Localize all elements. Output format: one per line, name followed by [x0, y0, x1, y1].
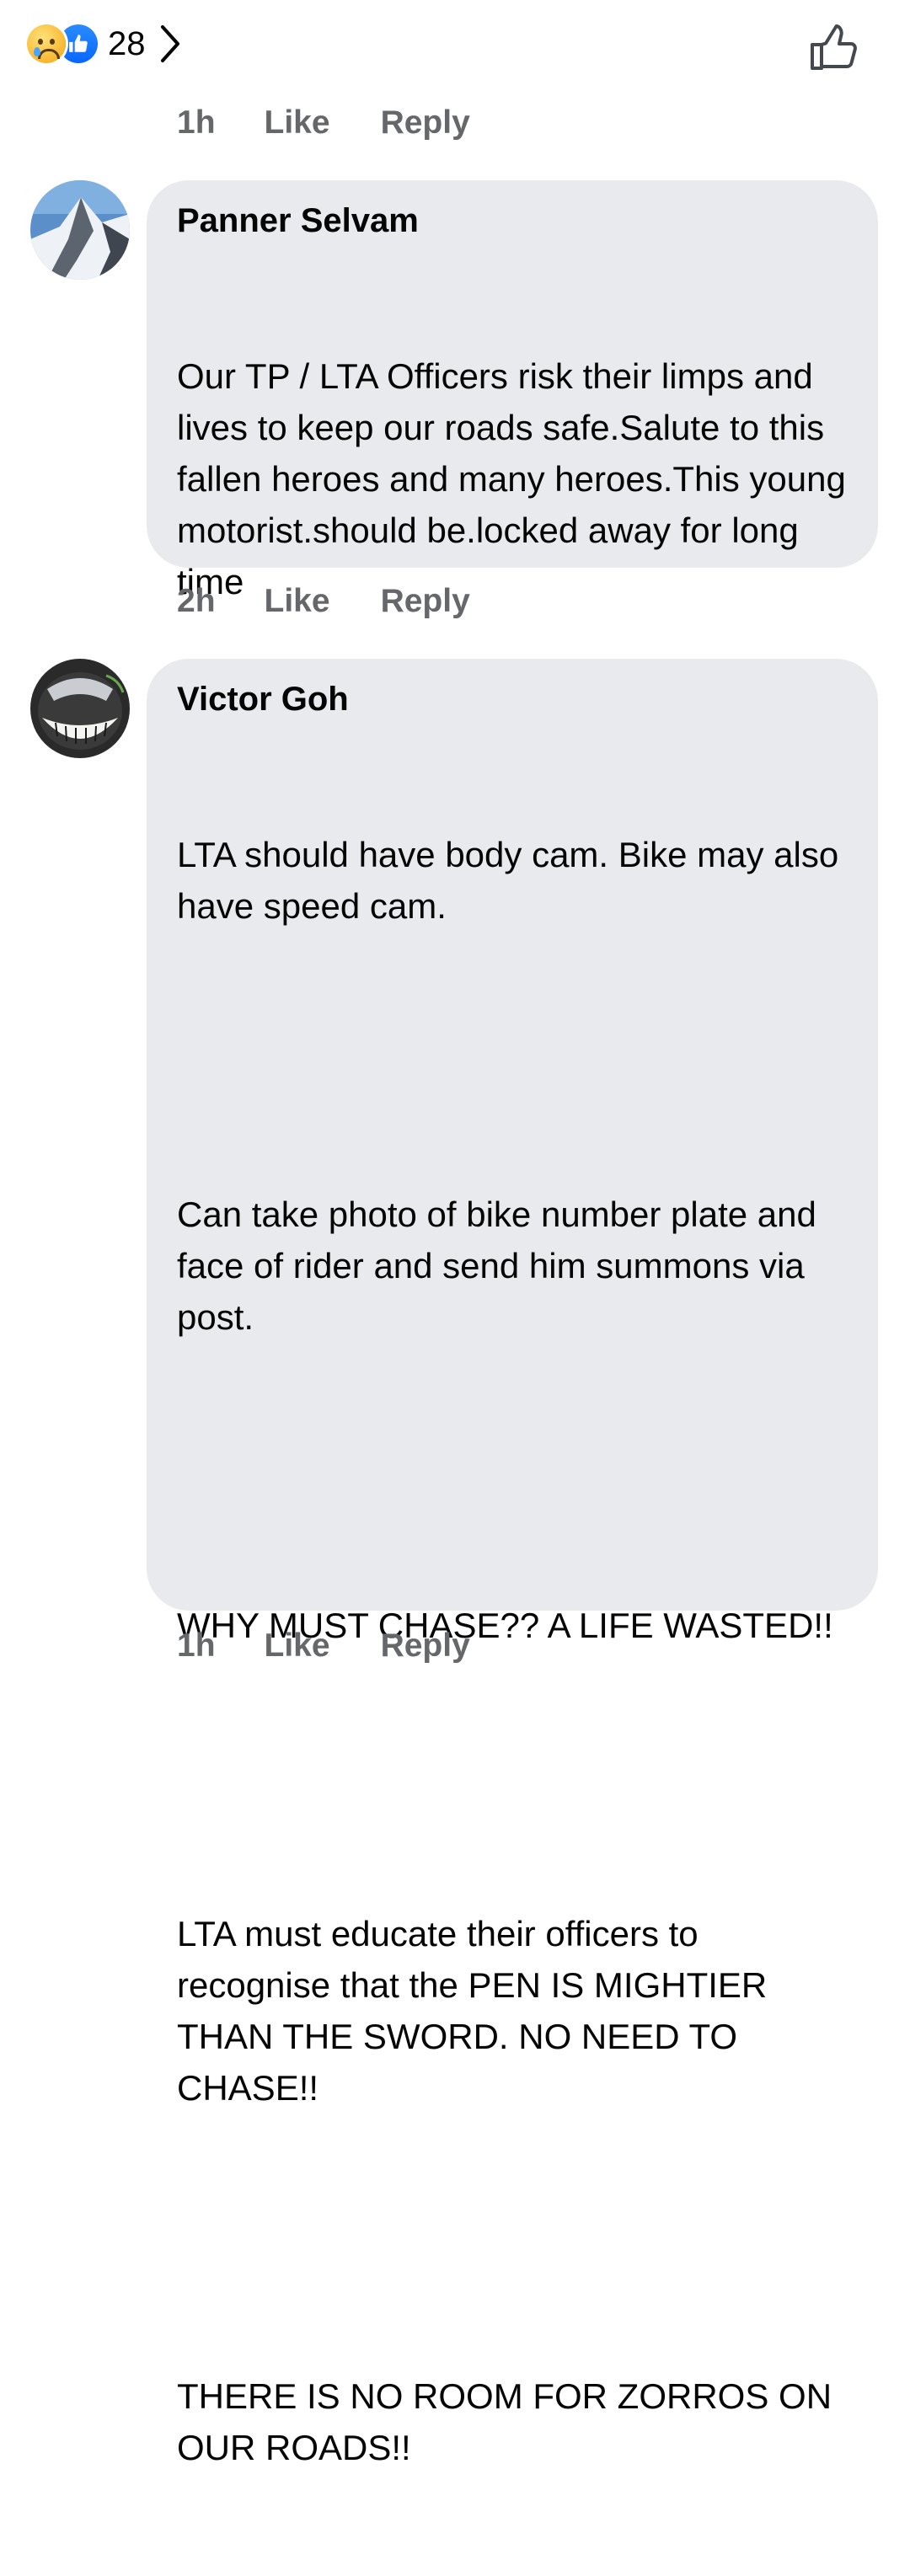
- comment-time: 1h: [177, 1627, 216, 1664]
- reply-button[interactable]: Reply: [381, 1627, 470, 1665]
- reaction-count: 28: [108, 24, 146, 62]
- comment-actions: 1h Like Reply: [177, 1627, 470, 1665]
- avatar[interactable]: [30, 659, 130, 758]
- comment-time: 2h: [177, 583, 216, 619]
- comment-author[interactable]: Victor Goh: [177, 677, 848, 721]
- reply-button[interactable]: Reply: [381, 583, 470, 620]
- comment-actions: 2h Like Reply: [177, 583, 470, 620]
- comment-bubble: Victor Goh LTA should have body cam. Bik…: [147, 659, 878, 2467]
- like-button[interactable]: Like: [265, 1627, 330, 1665]
- comment-text: Our TP / LTA Officers risk their limps a…: [177, 248, 848, 710]
- comment-paragraph: LTA must educate their officers to recog…: [177, 1914, 777, 2108]
- comment-paragraph: Can take photo of bike number plate and …: [177, 1194, 827, 1337]
- chevron-right-icon[interactable]: [158, 24, 183, 64]
- comment-paragraph: Our TP / LTA Officers risk their limps a…: [177, 356, 856, 601]
- comment-author[interactable]: Panner Selvam: [177, 199, 848, 243]
- like-button[interactable]: Like: [265, 104, 330, 142]
- comment-actions-top: 1h Like Reply: [177, 104, 470, 142]
- comment-time: 1h: [177, 104, 216, 141]
- reply-button[interactable]: Reply: [381, 104, 470, 142]
- sad-reaction-icon: [27, 24, 66, 63]
- reaction-summary[interactable]: 28: [27, 19, 183, 69]
- like-button[interactable]: Like: [265, 583, 330, 620]
- avatar[interactable]: [30, 180, 130, 280]
- comment-bubble: Panner Selvam Our TP / LTA Officers risk…: [147, 180, 878, 601]
- comment-paragraph: LTA should have body cam. Bike may also …: [177, 835, 848, 926]
- thumbs-up-icon[interactable]: [807, 20, 861, 74]
- comment-paragraph: THERE IS NO ROOM FOR ZORROS ON OUR ROADS…: [177, 2376, 842, 2467]
